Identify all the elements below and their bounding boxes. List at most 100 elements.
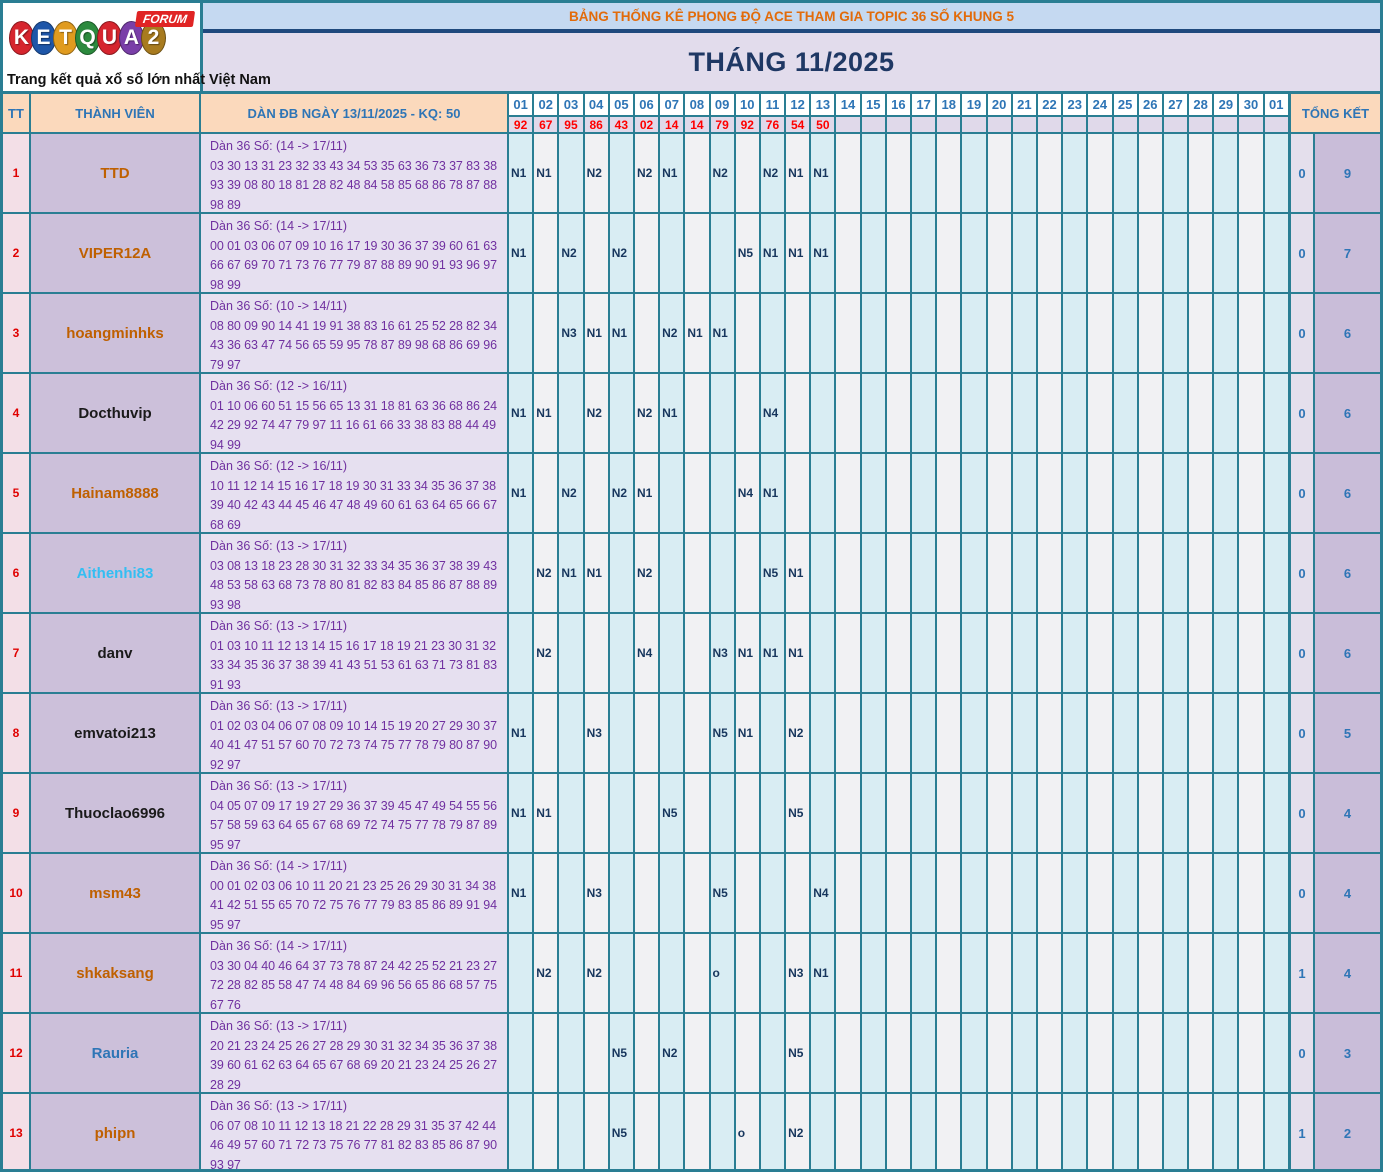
mark-day-22	[1037, 534, 1064, 612]
row-index: 1	[3, 134, 31, 212]
mark-day-20	[987, 774, 1013, 852]
mark-day-17	[912, 134, 938, 212]
mark-day-18	[937, 854, 963, 932]
mark-day-6: N4	[634, 614, 661, 692]
mark-day-6	[634, 774, 661, 852]
mark-day-2	[534, 854, 560, 932]
total-col-2: 7	[1315, 214, 1380, 292]
mark-day-11	[760, 774, 787, 852]
mark-day-10	[735, 534, 761, 612]
mark-day-14	[836, 214, 862, 292]
day-numbers-row: 01 02 03 04 05 06 07 08 09 10 11 12 13 14 15 16 17 18 19 20…	[509, 94, 1290, 115]
mark-day-10	[735, 134, 761, 212]
mark-day-7	[660, 1094, 686, 1169]
mark-day-3: N2	[559, 454, 585, 532]
mark-day-22	[1037, 774, 1064, 852]
mark-day-16	[886, 294, 912, 372]
mark-day-24	[1088, 614, 1114, 692]
kq-value-4: 86	[585, 117, 610, 132]
kq-value-5: 43	[610, 117, 635, 132]
mark-day-25	[1113, 614, 1139, 692]
mark-day-2	[534, 694, 560, 772]
mark-day-7: N2	[660, 1014, 686, 1092]
mark-day-14	[836, 134, 862, 212]
dan-cell: Dàn 36 Số: (12 -> 16/11) 10 11 12 14 15 1…	[201, 454, 509, 532]
mark-day-22	[1037, 614, 1064, 692]
mark-day-10	[735, 1014, 761, 1092]
mark-day-12: N1	[786, 214, 812, 292]
kq-value-18	[937, 117, 963, 132]
mark-day-26	[1138, 774, 1164, 852]
mark-day-1	[509, 614, 535, 692]
mark-day-23	[1063, 134, 1089, 212]
dan-range-label: Dàn 36 Số: (13 -> 17/11)	[210, 1099, 348, 1113]
mark-day-12: N2	[786, 1094, 812, 1169]
mark-day-25	[1113, 854, 1139, 932]
mark-day-26	[1138, 1094, 1164, 1169]
mark-day-19	[962, 1014, 988, 1092]
mark-day-6	[634, 854, 661, 932]
mark-day-24	[1088, 1014, 1114, 1092]
mark-day-1: N1	[509, 214, 535, 292]
mark-day-13	[811, 1094, 837, 1169]
mark-day-27	[1163, 534, 1190, 612]
mark-day-13	[811, 614, 837, 692]
mark-day-3	[559, 134, 585, 212]
mark-day-7	[660, 214, 686, 292]
mark-day-23	[1063, 534, 1089, 612]
mark-day-26	[1138, 694, 1164, 772]
mark-day-1	[509, 1014, 535, 1092]
mark-day-2	[534, 294, 560, 372]
dan-range-label: Dàn 36 Số: (13 -> 17/11)	[210, 619, 348, 633]
mark-day-27	[1163, 774, 1190, 852]
mark-day-9: N5	[710, 854, 736, 932]
kq-value-11: 76	[761, 117, 787, 132]
dan-range-label: Dàn 36 Số: (14 -> 17/11)	[210, 139, 348, 153]
mark-day-28	[1189, 374, 1215, 452]
row-index: 9	[3, 774, 31, 852]
mark-day-15	[861, 614, 887, 692]
mark-day-9	[710, 534, 736, 612]
mark-day-27	[1163, 374, 1190, 452]
mark-day-1: N1	[509, 854, 535, 932]
mark-day-14	[836, 934, 862, 1012]
mark-day-27	[1163, 294, 1190, 372]
dan-numbers: 01 02 03 04 06 07 08 09 10 14 15 19 20 2…	[210, 718, 497, 772]
member-row-danv: 7 danv Dàn 36 Số: (13 -> 17/11) 01 03 10 11…	[3, 612, 1380, 692]
mark-day-28	[1189, 614, 1215, 692]
marks-strip: N5 o N2	[509, 1094, 1290, 1169]
mark-day-15	[861, 934, 887, 1012]
dan-cell: Dàn 36 Số: (13 -> 17/11) 01 03 10 11 12 1…	[201, 614, 509, 692]
mark-day-17	[912, 374, 938, 452]
day-col-10: 10	[736, 94, 761, 115]
mark-day-12: N5	[786, 1014, 812, 1092]
mark-day-17	[912, 1014, 938, 1092]
day-col-8: 08	[685, 94, 711, 115]
dan-numbers: 20 21 23 24 25 26 27 28 29 30 31 32 34 3…	[210, 1038, 497, 1092]
total-col-1: 0	[1290, 774, 1315, 852]
mark-day-25	[1113, 214, 1139, 292]
mark-day-28	[1189, 134, 1215, 212]
mark-day-11: N5	[760, 534, 787, 612]
kq-value-21	[1013, 117, 1038, 132]
mark-day-14	[836, 1014, 862, 1092]
mark-day-30	[1239, 374, 1265, 452]
page-header: KETQUA2 FORUM Trang kết quả xổ số lớn nh…	[3, 3, 1380, 91]
dan-range-label: Dàn 36 Số: (13 -> 17/11)	[210, 699, 348, 713]
member-row-emvatoi213: 8 emvatoi213 Dàn 36 Số: (13 -> 17/11) 01 02…	[3, 692, 1380, 772]
mark-day-28	[1189, 1014, 1215, 1092]
mark-day-10	[735, 374, 761, 452]
kq-value-15	[862, 117, 887, 132]
mark-day-31	[1264, 854, 1290, 932]
mark-day-15	[861, 214, 887, 292]
mark-day-9: N1	[710, 294, 736, 372]
mark-day-14	[836, 854, 862, 932]
day-col-9: 09	[711, 94, 736, 115]
mark-day-11	[760, 934, 787, 1012]
mark-day-21	[1012, 374, 1038, 452]
mark-day-13	[811, 374, 837, 452]
dan-numbers: 08 80 09 90 14 41 19 91 38 83 16 61 25 5…	[210, 318, 497, 372]
mark-day-12: N1	[786, 134, 812, 212]
dan-numbers: 03 30 13 31 23 32 33 43 34 53 35 63 36 7…	[210, 158, 497, 212]
member-row-msm43: 10 msm43 Dàn 36 Số: (14 -> 17/11) 00 01 02 …	[3, 852, 1380, 932]
